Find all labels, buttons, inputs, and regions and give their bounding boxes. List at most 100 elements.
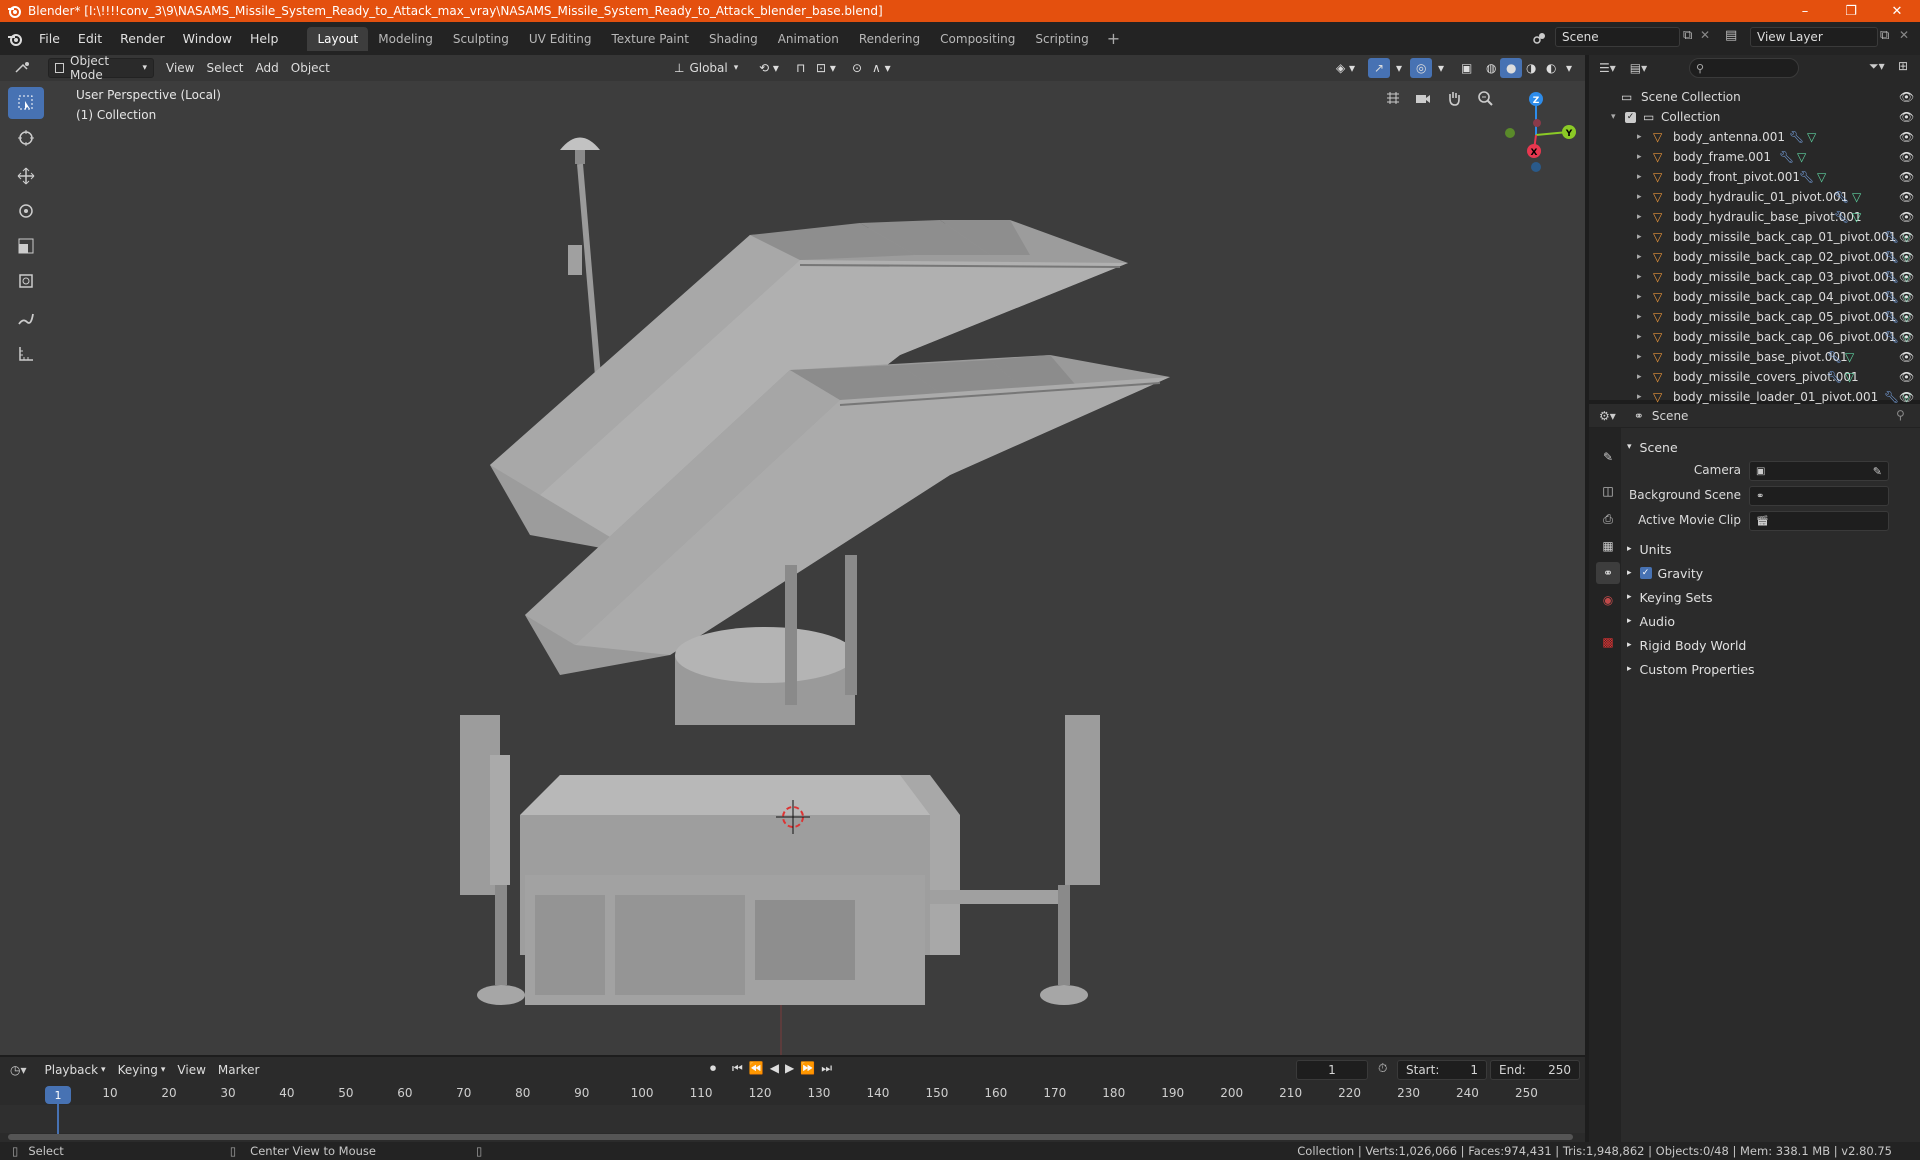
tool-tab-icon[interactable]: ✎: [1596, 446, 1620, 468]
disclosure-triangle-icon[interactable]: ▸: [1637, 132, 1642, 142]
world-tab-icon[interactable]: ◉: [1596, 589, 1620, 611]
filter-icon[interactable]: ⏷▾: [1869, 59, 1885, 74]
eye-visibility-icon[interactable]: 👁︎: [1899, 90, 1914, 104]
close-button[interactable]: ✕: [1874, 0, 1920, 22]
maximize-button[interactable]: ❐: [1828, 0, 1874, 22]
next-keyframe-icon[interactable]: ⏩: [800, 1061, 815, 1076]
delete-view-layer-icon[interactable]: ✕: [1899, 28, 1909, 42]
disclosure-triangle-icon[interactable]: ▸: [1637, 312, 1642, 322]
panel-rigid-body-world[interactable]: ▸ Rigid Body World: [1627, 634, 1746, 656]
menu-window[interactable]: Window: [174, 31, 241, 46]
tab-sculpting[interactable]: Sculpting: [443, 27, 519, 51]
outliner-object-row[interactable]: ▸ ▽ body_hydraulic_base_pivot.001 🔧︎ ▽ 👁︎: [1589, 207, 1920, 227]
3d-viewport[interactable]: Object Mode ▾ View Select Add Object ⊥ G…: [0, 55, 1585, 1055]
eye-visibility-icon[interactable]: 👁︎: [1899, 330, 1914, 344]
outliner-object-row[interactable]: ▸ ▽ body_antenna.001 🔧︎ ▽ 👁︎: [1589, 127, 1920, 147]
eye-visibility-icon[interactable]: 👁︎: [1899, 290, 1914, 304]
new-scene-icon[interactable]: ⧉: [1683, 28, 1692, 43]
panel-keying-sets[interactable]: ▸ Keying Sets: [1627, 586, 1713, 608]
eye-visibility-icon[interactable]: 👁︎: [1899, 170, 1914, 184]
timeline-ruler[interactable]: 1102030405060708090100110120130140150160…: [0, 1083, 1585, 1133]
outliner-object-row[interactable]: ▸ ▽ body_front_pivot.001 🔧︎ ▽ 👁︎: [1589, 167, 1920, 187]
disclosure-triangle-icon[interactable]: ▸: [1637, 372, 1642, 382]
disclosure-triangle-icon[interactable]: ▸: [1637, 392, 1642, 402]
eye-visibility-icon[interactable]: 👁︎: [1899, 390, 1914, 404]
add-workspace-icon[interactable]: +: [1099, 29, 1128, 48]
scene-tab-icon[interactable]: ⚭: [1596, 562, 1620, 584]
active-movie-clip-field[interactable]: 🎬︎: [1749, 511, 1889, 531]
texture-tab-icon[interactable]: ▩: [1596, 631, 1620, 653]
tab-texture-paint[interactable]: Texture Paint: [602, 27, 699, 51]
outliner-object-row[interactable]: ▸ ▽ body_missile_base_pivot.001 🔧︎ ▽ 👁︎: [1589, 347, 1920, 367]
eye-visibility-icon[interactable]: 👁︎: [1899, 110, 1914, 124]
outliner-object-row[interactable]: ▸ ▽ body_missile_back_cap_03_pivot.001 🔧︎ ▽ 👁…: [1589, 267, 1920, 287]
outliner-object-row[interactable]: ▸ ▽ body_missile_back_cap_06_pivot.001 🔧︎ ▽ 👁…: [1589, 327, 1920, 347]
view-layer-tab-icon[interactable]: ▦: [1596, 535, 1620, 557]
pin-icon[interactable]: ⚲: [1896, 408, 1905, 422]
outliner-editor-type-icon[interactable]: ☰▾: [1599, 61, 1616, 75]
exclude-checkbox[interactable]: ✓: [1625, 111, 1636, 123]
minimize-button[interactable]: –: [1782, 0, 1828, 22]
eye-visibility-icon[interactable]: 👁︎: [1899, 310, 1914, 324]
jump-end-icon[interactable]: ⏭: [821, 1061, 832, 1076]
properties-editor-type-icon[interactable]: ⚙▾: [1599, 409, 1616, 423]
disclosure-triangle-icon[interactable]: ▸: [1637, 332, 1642, 342]
output-tab-icon[interactable]: ⎙: [1596, 508, 1620, 530]
outliner-object-row[interactable]: ▸ ▽ body_missile_back_cap_02_pivot.001 🔧︎ ▽ 👁…: [1589, 247, 1920, 267]
tab-rendering[interactable]: Rendering: [849, 27, 930, 51]
timeline-track-area[interactable]: [0, 1105, 1585, 1133]
new-collection-icon[interactable]: ⊞: [1898, 59, 1908, 73]
keying-menu[interactable]: Keying ▾: [112, 1060, 172, 1080]
disclosure-triangle-icon[interactable]: ▸: [1637, 192, 1642, 202]
eye-visibility-icon[interactable]: 👁︎: [1899, 350, 1914, 364]
display-mode-icon[interactable]: ▤▾: [1630, 61, 1647, 75]
outliner-object-row[interactable]: ▸ ▽ body_frame.001 🔧︎ ▽ 👁︎: [1589, 147, 1920, 167]
background-scene-field[interactable]: ⚭: [1749, 486, 1889, 506]
disclosure-triangle-icon[interactable]: ▸: [1637, 292, 1642, 302]
playhead-frame-badge[interactable]: 1: [45, 1086, 71, 1104]
tab-uv-editing[interactable]: UV Editing: [519, 27, 602, 51]
disclosure-triangle-icon[interactable]: ▸: [1637, 232, 1642, 242]
outliner-object-row[interactable]: ▸ ▽ body_missile_covers_pivot.001 🔧︎ ▽ 👁︎: [1589, 367, 1920, 387]
eye-visibility-icon[interactable]: 👁︎: [1899, 270, 1914, 284]
timeline-view-menu[interactable]: View: [171, 1060, 211, 1080]
playback-menu[interactable]: Playback ▾: [39, 1060, 112, 1080]
menu-render[interactable]: Render: [111, 31, 174, 46]
end-frame-field[interactable]: End: 250: [1490, 1060, 1580, 1080]
eye-visibility-icon[interactable]: 👁︎: [1899, 190, 1914, 204]
jump-start-icon[interactable]: ⏮: [732, 1061, 743, 1076]
tab-scripting[interactable]: Scripting: [1025, 27, 1098, 51]
eye-visibility-icon[interactable]: 👁︎: [1899, 230, 1914, 244]
eyedropper-icon[interactable]: ✎: [1873, 465, 1882, 478]
outliner-object-row[interactable]: ▸ ▽ body_hydraulic_01_pivot.001 🔧︎ ▽ 👁︎: [1589, 187, 1920, 207]
outliner-search-input[interactable]: ⚲: [1689, 58, 1799, 78]
eye-visibility-icon[interactable]: 👁︎: [1899, 250, 1914, 264]
play-icon[interactable]: ▶: [785, 1061, 794, 1076]
panel-custom-properties[interactable]: ▸ Custom Properties: [1627, 658, 1755, 680]
scene-selector[interactable]: Scene: [1555, 27, 1680, 47]
disclosure-triangle-icon[interactable]: ▾: [1611, 112, 1616, 122]
tab-compositing[interactable]: Compositing: [930, 27, 1025, 51]
blender-menu-icon[interactable]: [0, 31, 30, 47]
timeline-scrollbar[interactable]: [8, 1134, 1573, 1140]
current-frame-field[interactable]: 1: [1296, 1060, 1368, 1080]
stopwatch-icon[interactable]: ⏱: [1378, 1061, 1387, 1076]
panel-gravity[interactable]: ▸ ✓ Gravity: [1627, 562, 1703, 584]
play-reverse-icon[interactable]: ◀: [770, 1061, 779, 1076]
marker-menu[interactable]: Marker: [212, 1060, 265, 1080]
disclosure-triangle-icon[interactable]: ▸: [1637, 152, 1642, 162]
start-frame-field[interactable]: Start: 1: [1397, 1060, 1487, 1080]
menu-file[interactable]: File: [30, 31, 69, 46]
tab-modeling[interactable]: Modeling: [368, 27, 443, 51]
panel-audio[interactable]: ▸ Audio: [1627, 610, 1675, 632]
tab-layout[interactable]: Layout: [307, 26, 369, 51]
eye-visibility-icon[interactable]: 👁︎: [1899, 370, 1914, 384]
outliner-object-row[interactable]: ▸ ▽ body_missile_back_cap_01_pivot.001 🔧︎ ▽ 👁…: [1589, 227, 1920, 247]
gravity-checkbox[interactable]: ✓: [1639, 567, 1652, 579]
render-tab-icon[interactable]: ◫: [1596, 480, 1620, 502]
menu-help[interactable]: Help: [241, 31, 288, 46]
record-icon[interactable]: ⏺: [710, 1061, 716, 1076]
disclosure-triangle-icon[interactable]: ▸: [1637, 252, 1642, 262]
outliner-collection[interactable]: ▾ ✓ ▭ Collection 👁︎: [1589, 107, 1920, 127]
disclosure-triangle-icon[interactable]: ▸: [1637, 172, 1642, 182]
